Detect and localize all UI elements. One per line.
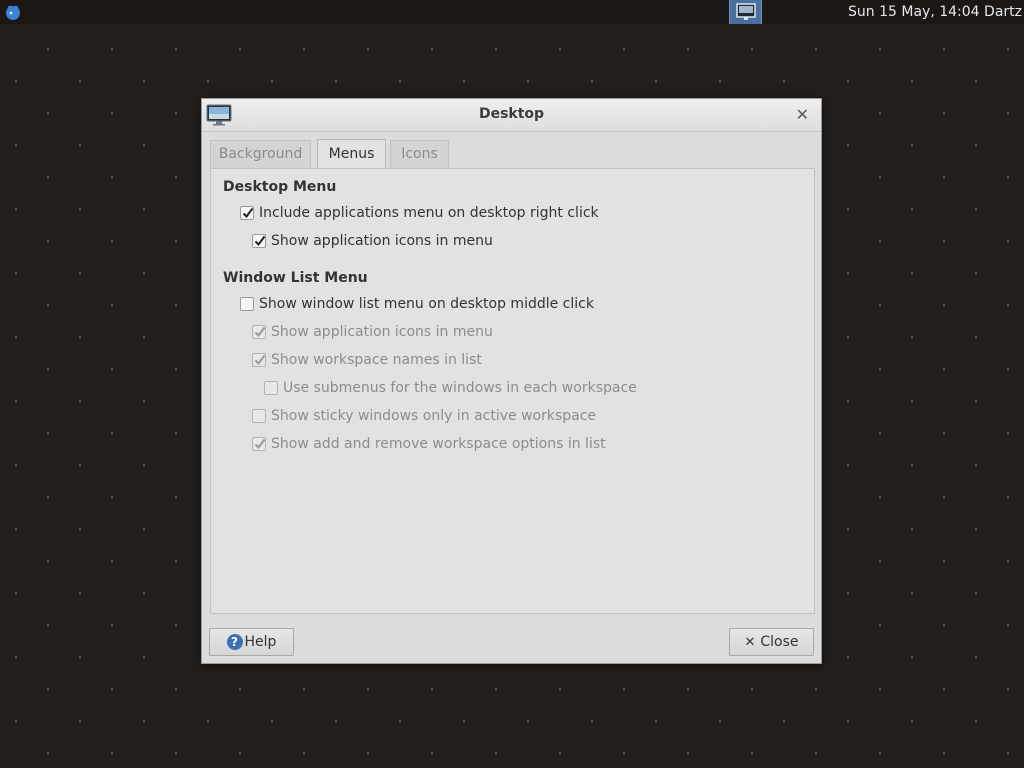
close-button[interactable]: ✕ Close	[729, 628, 814, 656]
option-label: Include applications menu on desktop rig…	[259, 205, 599, 221]
whisker-menu-icon[interactable]	[4, 3, 22, 21]
option-label: Use submenus for the windows in each wor…	[283, 380, 637, 396]
checkbox-checked-icon[interactable]	[252, 234, 266, 248]
wl-add-remove-workspace-checkbox: Show add and remove workspace options in…	[252, 436, 606, 452]
checkbox-checked-icon[interactable]	[240, 206, 254, 220]
desktop-settings-icon	[735, 3, 756, 20]
tab-icons[interactable]: Icons	[390, 140, 449, 168]
panel-clock[interactable]: Sun 15 May, 14:04 Dartz	[848, 4, 1022, 20]
top-panel: Sun 15 May, 14:04 Dartz	[0, 0, 1024, 24]
close-icon: ✕	[744, 634, 756, 650]
checkbox-unchecked-icon	[264, 381, 278, 395]
option-label: Show application icons in menu	[271, 324, 493, 340]
help-button-label: Help	[244, 634, 277, 650]
checkbox-checked-icon	[252, 437, 266, 451]
checkbox-checked-icon	[252, 353, 266, 367]
close-window-icon[interactable]: ✕	[796, 105, 809, 124]
checkbox-unchecked-icon[interactable]	[240, 297, 254, 311]
checkbox-checked-icon	[252, 325, 266, 339]
checkbox-unchecked-icon	[252, 409, 266, 423]
help-button[interactable]: ? Help	[209, 628, 294, 656]
menus-tab-panel: Desktop Menu Include applications menu o…	[210, 168, 815, 614]
include-apps-menu-checkbox[interactable]: Include applications menu on desktop rig…	[240, 205, 599, 221]
option-label: Show add and remove workspace options in…	[271, 436, 606, 452]
dialog-title: Desktop	[478, 106, 545, 122]
wl-show-workspace-names-checkbox: Show workspace names in list	[252, 352, 482, 368]
tab-background[interactable]: Background	[210, 140, 311, 168]
tab-menus[interactable]: Menus	[317, 139, 386, 170]
desktop-settings-dialog: Desktop ✕ Background Menus Icons Desktop…	[201, 98, 822, 664]
wl-show-app-icons-checkbox: Show application icons in menu	[252, 324, 493, 340]
help-icon: ?	[226, 634, 243, 650]
window-list-menu-heading: Window List Menu	[223, 270, 368, 286]
option-label: Show application icons in menu	[271, 233, 493, 249]
desktop-menu-heading: Desktop Menu	[223, 179, 337, 195]
taskbar-desktop-window-button[interactable]	[729, 0, 762, 24]
wl-use-submenus-checkbox: Use submenus for the windows in each wor…	[264, 380, 637, 396]
show-window-list-checkbox[interactable]: Show window list menu on desktop middle …	[240, 296, 594, 312]
wl-sticky-windows-checkbox: Show sticky windows only in active works…	[252, 408, 596, 424]
option-label: Show window list menu on desktop middle …	[259, 296, 594, 312]
close-button-label: Close	[760, 634, 799, 650]
title-bar[interactable]: Desktop ✕	[202, 99, 821, 132]
show-app-icons-checkbox[interactable]: Show application icons in menu	[252, 233, 493, 249]
option-label: Show sticky windows only in active works…	[271, 408, 597, 424]
option-label: Show workspace names in list	[271, 352, 482, 368]
